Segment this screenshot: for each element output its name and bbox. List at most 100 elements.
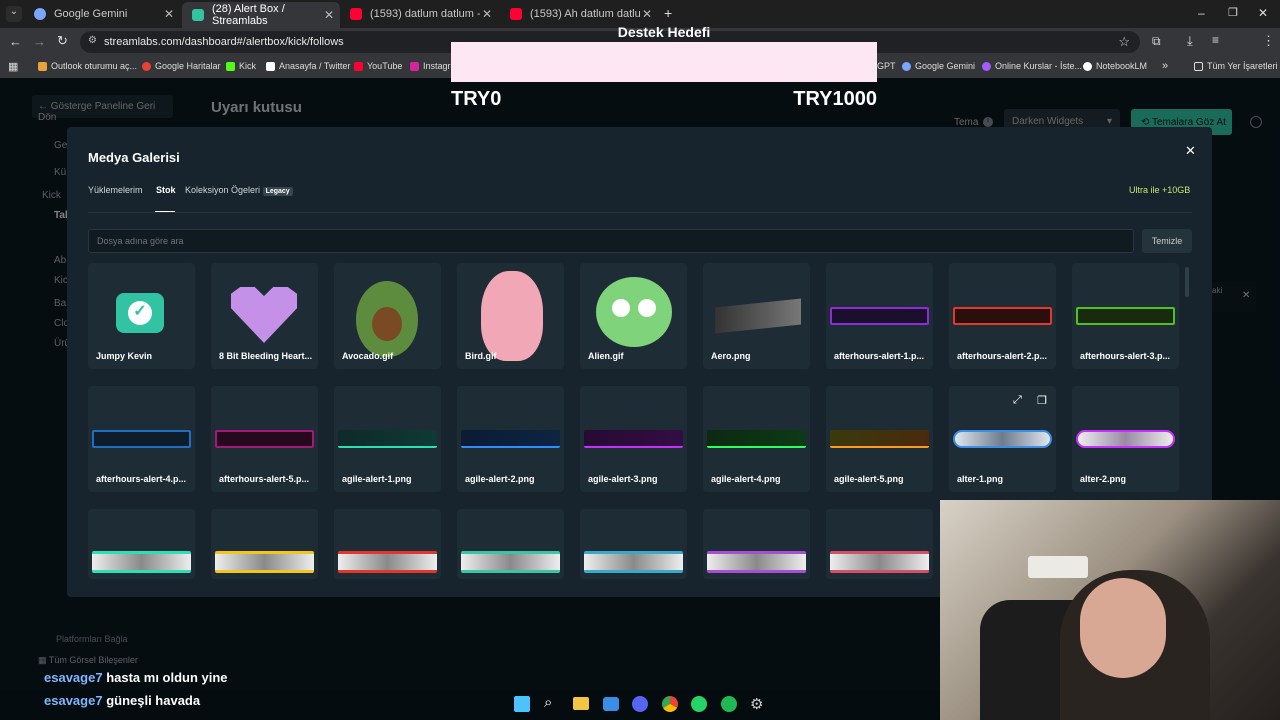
tab-gemini[interactable]: Google Gemini ✕ (24, 4, 180, 24)
media-filename: Alien.gif (588, 351, 624, 361)
close-icon[interactable]: ✕ (1185, 143, 1196, 159)
media-control-icon[interactable]: ≡ (1212, 33, 1219, 47)
bookmark-kick[interactable]: Kick (226, 61, 256, 71)
media-filename: Jumpy Kevin (96, 351, 153, 361)
settings-gear-icon[interactable]: ⚙ (750, 695, 763, 713)
more-bookmarks-icon[interactable]: » (1162, 60, 1168, 72)
tab-title: (1593) Ah datlum datlum ah ne (530, 8, 640, 20)
alert-preview (584, 551, 683, 573)
file-explorer-icon[interactable] (573, 697, 589, 710)
close-tab-icon[interactable]: ✕ (324, 8, 334, 22)
media-tile[interactable]: ✓ Jumpy Kevin (88, 263, 195, 369)
media-tile[interactable]: agile-alert-4.png (703, 386, 810, 492)
media-filename: afterhours-alert-2.p... (957, 351, 1048, 361)
tab-youtube-2[interactable]: (1593) Ah datlum datlum ah ne ✕ (500, 4, 658, 24)
copy-icon[interactable]: ❐ (1037, 394, 1047, 407)
media-tile[interactable]: afterhours-alert-1.p... (826, 263, 933, 369)
apps-grid-icon[interactable]: ▦ (8, 60, 18, 73)
close-tab-icon[interactable]: ✕ (642, 7, 652, 21)
bookmark-online-kurslar[interactable]: Online Kurslar - İste... (982, 61, 1082, 71)
tab-title: (28) Alert Box / Streamlabs (212, 3, 285, 27)
media-tile[interactable]: ⤢ ❐ alter-1.png (949, 386, 1056, 492)
goal-widget: Destek Hedefi TRY0 TRY1000 (451, 24, 877, 114)
new-tab-icon[interactable]: + (664, 5, 672, 21)
media-tile[interactable] (580, 509, 687, 579)
media-tile[interactable]: afterhours-alert-2.p... (949, 263, 1056, 369)
alert-preview (1076, 430, 1175, 448)
media-filename: agile-alert-4.png (711, 474, 781, 484)
bookmark-all[interactable]: Tüm Yer İşaretleri (1194, 61, 1278, 71)
alert-preview (461, 551, 560, 573)
media-tile[interactable] (88, 509, 195, 579)
spotify-icon[interactable] (721, 696, 737, 712)
gemini-favicon-icon (34, 8, 46, 20)
media-tile[interactable]: afterhours-alert-5.p... (211, 386, 318, 492)
media-tile[interactable]: agile-alert-5.png (826, 386, 933, 492)
tab-title: (1593) datlum datlum - YouTube (370, 8, 480, 20)
media-tile[interactable] (334, 509, 441, 579)
menu-kebab-icon[interactable]: ⋮ (1262, 33, 1275, 49)
media-tile[interactable]: agile-alert-2.png (457, 386, 564, 492)
media-tile[interactable]: afterhours-alert-4.p... (88, 386, 195, 492)
tab-search-icon[interactable]: ⌄ (6, 6, 22, 22)
close-tab-icon[interactable]: ✕ (482, 7, 492, 21)
chat-username: esavage7 (44, 670, 103, 685)
heart-icon (231, 287, 297, 343)
media-tile[interactable]: Alien.gif (580, 263, 687, 369)
bookmark-star-icon[interactable]: ☆ (1118, 34, 1130, 50)
media-filename: afterhours-alert-1.p... (834, 351, 925, 361)
windows-start-icon[interactable] (514, 696, 530, 712)
media-tile[interactable]: alter-2.png (1072, 386, 1179, 492)
chrome-icon[interactable] (662, 696, 678, 712)
mail-icon[interactable] (603, 697, 619, 711)
close-window-icon[interactable]: ✕ (1258, 6, 1268, 20)
bookmark-gpt[interactable]: GPT (877, 61, 896, 71)
gallery-scrollbar[interactable] (1185, 267, 1189, 297)
back-arrow-icon[interactable]: ← (9, 34, 22, 49)
search-input[interactable] (88, 229, 1134, 253)
tab-collection[interactable]: Koleksiyon Ögeleri Legacy (185, 185, 293, 196)
bookmark-twitter[interactable]: Anasayfa / Twitter (266, 61, 350, 71)
tab-my-uploads[interactable]: Yüklemelerim (88, 185, 143, 195)
bookmark-gemini[interactable]: Google Gemini (902, 61, 975, 71)
clear-button[interactable]: Temizle (1142, 229, 1192, 253)
discord-icon[interactable] (632, 696, 648, 712)
alert-preview (953, 307, 1052, 325)
face (1080, 578, 1166, 678)
chat-text: güneşli havada (106, 693, 201, 708)
site-info-icon[interactable]: ⚙ (88, 35, 97, 46)
media-tile[interactable]: afterhours-alert-3.p... (1072, 263, 1179, 369)
media-tile[interactable]: agile-alert-3.png (580, 386, 687, 492)
media-tile[interactable] (703, 509, 810, 579)
media-filename: Avocado.gif (342, 351, 394, 361)
legacy-badge: Legacy (262, 187, 293, 196)
restore-icon[interactable]: ❐ (1228, 6, 1238, 19)
bookmark-outlook[interactable]: Outlook oturumu aç... (38, 61, 137, 71)
close-tab-icon[interactable]: ✕ (164, 7, 174, 21)
tab-streamlabs[interactable]: (28) Alert Box / Streamlabs ✕ (182, 2, 340, 28)
media-tile[interactable]: Avocado.gif (334, 263, 441, 369)
tab-stock[interactable]: Stok (156, 185, 176, 195)
bookmark-maps[interactable]: Google Haritalar (142, 61, 221, 71)
notebooklm-icon (1083, 61, 1092, 71)
ultra-upsell[interactable]: Ultra ile +10GB (1129, 185, 1190, 195)
alien-image (596, 277, 672, 347)
bookmark-notebooklm[interactable]: NotebookLM (1083, 61, 1147, 71)
media-tile[interactable] (826, 509, 933, 579)
bookmark-youtube[interactable]: YouTube (354, 61, 402, 71)
search-icon[interactable]: ⌕ (544, 694, 552, 711)
media-tile[interactable]: 8 Bit Bleeding Heart... (211, 263, 318, 369)
media-tile[interactable]: agile-alert-1.png (334, 386, 441, 492)
forward-arrow-icon[interactable]: → (33, 34, 46, 49)
tab-youtube-1[interactable]: (1593) datlum datlum - YouTube ✕ (340, 4, 498, 24)
reload-icon[interactable]: ↻ (57, 33, 68, 49)
media-tile[interactable] (457, 509, 564, 579)
minimize-icon[interactable]: – (1198, 6, 1205, 20)
whatsapp-icon[interactable] (691, 696, 707, 712)
media-tile[interactable] (211, 509, 318, 579)
media-tile[interactable]: Aero.png (703, 263, 810, 369)
media-tile[interactable]: Bird.gif (457, 263, 564, 369)
expand-icon[interactable]: ⤢ (1013, 394, 1022, 407)
extensions-icon[interactable]: ⧉ (1152, 34, 1161, 49)
download-icon[interactable]: ⤓ (1187, 33, 1193, 49)
